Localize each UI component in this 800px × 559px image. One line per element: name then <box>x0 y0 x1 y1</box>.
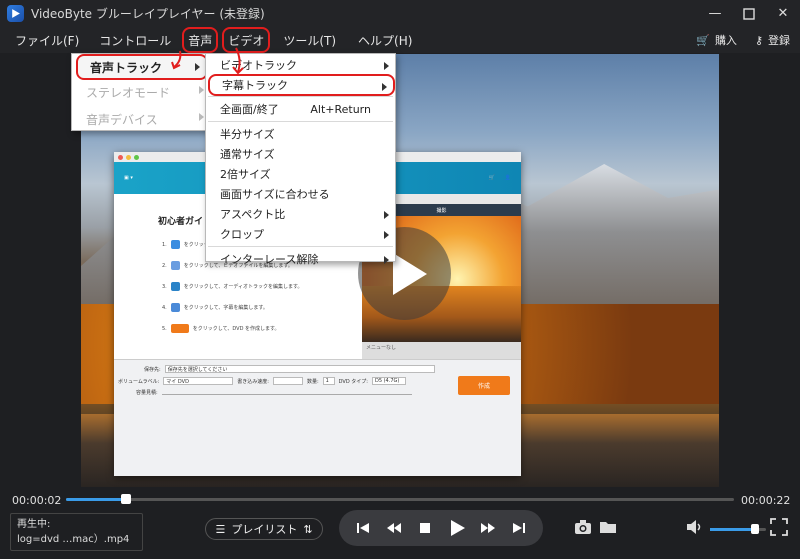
audio-track-label: 音声トラック <box>90 60 163 75</box>
stereo-mode-label: ステレオモード <box>86 86 171 100</box>
time-total: 00:00:22 <box>741 494 791 507</box>
app-logo-icon <box>7 5 24 22</box>
fit-screen-label: 画面サイズに合わせる <box>220 188 330 201</box>
annotation-arrow-icon <box>171 50 182 70</box>
video-menu-deinterlace[interactable]: インターレース解除 <box>206 249 395 269</box>
volume-handle[interactable] <box>750 524 759 534</box>
previous-icon[interactable] <box>352 517 374 539</box>
control-bar: 00:00:02 00:00:22 再生中: log=dvd …mac）.mp4… <box>0 488 800 559</box>
folder-icon[interactable] <box>599 519 617 535</box>
submenu-arrow-icon <box>382 83 387 91</box>
cart-icon: 🛒 <box>696 33 710 47</box>
menu-control[interactable]: コントロール <box>92 29 178 51</box>
register-label: 登録 <box>768 34 790 47</box>
window-title: VideoByte ブルーレイプレイヤー (未登録) <box>31 7 265 21</box>
half-size-label: 半分サイズ <box>220 128 275 141</box>
video-menu-normal-size[interactable]: 通常サイズ <box>206 144 395 164</box>
maximize-icon[interactable] <box>742 7 756 21</box>
volume-level <box>710 528 755 531</box>
menu-bar: ファイル(F) コントロール 音声 ビデオ ツール(T) ヘルプ(H) 🛒 購入… <box>0 27 800 53</box>
save-field: 保存先を選択してください <box>164 365 435 373</box>
video-menu-double-size[interactable]: 2倍サイズ <box>206 164 395 184</box>
audio-menu-audio-device[interactable]: 音声デバイス <box>72 106 210 132</box>
close-icon[interactable]: ✕ <box>776 6 790 21</box>
audio-menu-stereo-mode[interactable]: ステレオモード <box>72 79 210 106</box>
submenu-arrow-icon <box>384 211 389 219</box>
time-current: 00:00:02 <box>12 494 62 507</box>
fullscreen-shortcut: Alt+Return <box>310 102 371 116</box>
video-menu-subtitle-track[interactable]: 字幕トラック <box>208 74 395 96</box>
submenu-arrow-icon <box>199 86 204 94</box>
count-label: 数量: <box>306 378 319 385</box>
video-menu-crop[interactable]: クロップ <box>206 224 395 244</box>
video-menu: ビデオトラック 字幕トラック 全画面/終了 Alt+Return 半分サイズ 通… <box>205 53 396 266</box>
camera-icon[interactable] <box>574 519 592 535</box>
play-icon[interactable] <box>446 517 468 539</box>
guide-step-3: をクリックして、オーディオトラックを編集します。 <box>183 284 303 290</box>
playlist-sort-icon: ⇅ <box>303 522 313 536</box>
double-size-label: 2倍サイズ <box>220 168 271 181</box>
submenu-arrow-icon <box>199 113 204 121</box>
guide-title: 初心者ガイド <box>158 217 213 227</box>
subtitle-track-label: 字幕トラック <box>222 79 288 92</box>
video-menu-fit-screen[interactable]: 画面サイズに合わせる <box>206 184 395 204</box>
write-speed-field <box>272 377 303 385</box>
dvd-type-field: D5 (4.7G) <box>371 377 406 385</box>
now-playing-label: 再生中: <box>17 519 51 530</box>
now-playing-box: 再生中: log=dvd …mac）.mp4 <box>10 513 143 551</box>
dvd-type-label: DVD タイプ: <box>338 378 368 385</box>
purchase-label: 購入 <box>714 34 737 47</box>
video-menu-fullscreen[interactable]: 全画面/終了 Alt+Return <box>206 99 395 119</box>
fast-forward-icon[interactable] <box>477 517 499 539</box>
crop-label: クロップ <box>220 228 264 241</box>
guide-step-4: をクリックして、字幕を編集します。 <box>183 305 268 311</box>
title-bar: VideoByte ブルーレイプレイヤー (未登録) — ✕ <box>0 0 800 27</box>
seek-handle[interactable] <box>121 494 132 504</box>
video-menu-half-size[interactable]: 半分サイズ <box>206 124 395 144</box>
fullscreen-icon[interactable] <box>770 518 788 536</box>
deinterlace-label: インターレース解除 <box>220 253 319 266</box>
now-playing-file: log=dvd …mac）.mp4 <box>17 534 130 545</box>
purchase-button[interactable]: 🛒 購入 <box>696 32 737 48</box>
volume-field: マイ DVD <box>163 377 234 385</box>
rewind-icon[interactable] <box>383 517 405 539</box>
register-button[interactable]: ⚷ 登録 <box>755 32 790 48</box>
submenu-arrow-icon <box>384 62 389 70</box>
menu-tools[interactable]: ツール(T) <box>276 29 343 51</box>
list-icon: ☰ <box>215 522 226 536</box>
submenu-arrow-icon <box>384 256 389 264</box>
save-label: 保存先: <box>144 366 161 373</box>
next-icon[interactable] <box>508 517 530 539</box>
normal-size-label: 通常サイズ <box>220 148 275 161</box>
key-icon: ⚷ <box>754 33 763 47</box>
menu-help[interactable]: ヘルプ(H) <box>351 29 419 51</box>
capacity-label: 容量見積: <box>136 390 158 396</box>
aspect-ratio-label: アスペクト比 <box>220 208 286 221</box>
guide-step-5: をクリックして、DVD を作成します。 <box>192 326 280 332</box>
menu-file[interactable]: ファイル(F) <box>8 29 86 51</box>
volume-icon[interactable] <box>686 519 704 535</box>
menu-none-label: メニューなし <box>366 345 397 351</box>
seek-progress <box>66 498 127 501</box>
playlist-label: プレイリスト <box>231 523 298 536</box>
stop-icon[interactable] <box>414 517 436 539</box>
minimize-icon[interactable]: — <box>708 6 722 21</box>
write-speed-label: 書き込み速度: <box>237 378 269 385</box>
submenu-arrow-icon <box>384 231 389 239</box>
seek-bar[interactable] <box>66 494 734 504</box>
playback-controls <box>339 510 543 546</box>
count-field: 1 <box>322 377 335 385</box>
fullscreen-label: 全画面/終了 <box>220 103 279 116</box>
audio-device-label: 音声デバイス <box>86 112 158 127</box>
volume-label: ボリュームラベル: <box>118 378 160 385</box>
volume-slider[interactable] <box>710 524 766 534</box>
video-menu-aspect-ratio[interactable]: アスペクト比 <box>206 204 395 224</box>
make-button: 作成 <box>458 376 510 395</box>
playlist-button[interactable]: ☰ プレイリスト ⇅ <box>205 518 323 540</box>
annotation-arrow-icon <box>232 47 244 75</box>
